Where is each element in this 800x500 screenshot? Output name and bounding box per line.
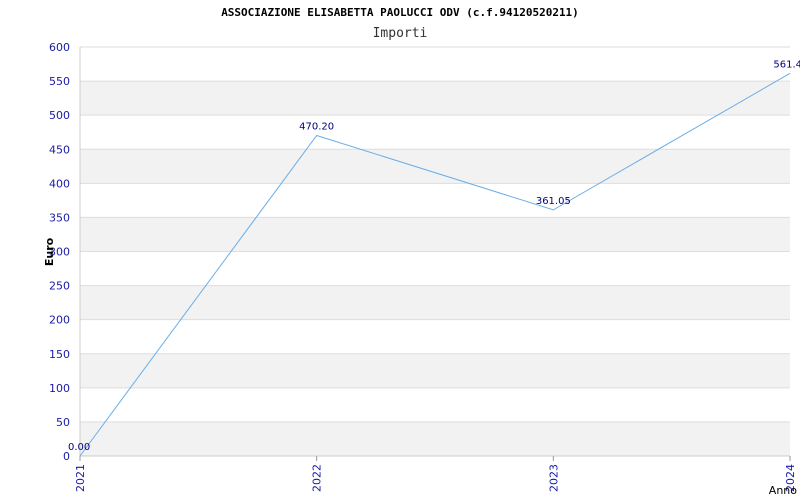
y-tick-label: 250 <box>49 280 70 293</box>
y-tick-label: 400 <box>49 177 70 190</box>
data-label: 561.4 <box>773 59 800 70</box>
grid-band <box>80 149 790 184</box>
line-chart: 050100150200250300350400450500550600 202… <box>43 41 800 497</box>
y-tick-label: 500 <box>49 109 70 122</box>
grid-band <box>80 217 790 252</box>
grid-band <box>80 285 790 320</box>
y-tick-label: 150 <box>49 348 70 361</box>
y-tick-label: 550 <box>49 75 70 88</box>
data-label: 0.00 <box>68 442 90 453</box>
y-tick-label: 50 <box>56 416 70 429</box>
x-tick-label: 2021 <box>74 464 87 492</box>
y-tick-label: 350 <box>49 211 70 224</box>
x-tick-label: 2022 <box>311 464 324 492</box>
grid-band <box>80 421 790 456</box>
data-label: 470.20 <box>299 121 334 132</box>
y-tick-label: 100 <box>49 382 70 395</box>
y-tick-label: 450 <box>49 143 70 156</box>
x-axis-label: Anno <box>769 484 797 497</box>
grid-band <box>80 353 790 388</box>
x-tick-label: 2023 <box>547 464 560 492</box>
y-tick-label: 600 <box>49 41 70 54</box>
grid-band <box>80 81 790 116</box>
series-line <box>79 72 791 457</box>
y-tick-label: 200 <box>49 314 70 327</box>
data-label: 361.05 <box>536 196 571 207</box>
y-axis-label: Euro <box>43 237 56 266</box>
